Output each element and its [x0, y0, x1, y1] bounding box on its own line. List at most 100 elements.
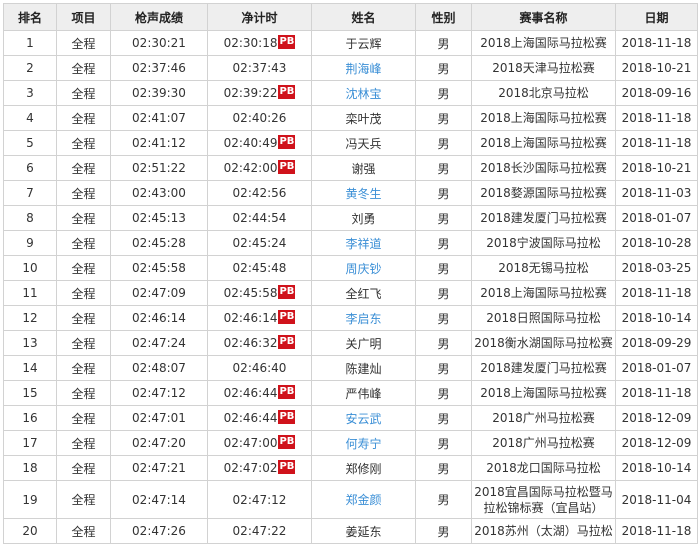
net-time-cell: 02:46:32 PB	[207, 330, 312, 356]
net-time-cell: 02:45:24	[207, 230, 312, 256]
rank-cell: 18	[3, 455, 57, 481]
table-row: 5 全程 02:41:12 02:40:49 PB 冯天兵男 2018上海国际马拉松赛 201…	[3, 130, 698, 156]
pb-badge: PB	[278, 35, 296, 50]
event-cell: 2018建发厦门马拉松赛	[471, 205, 616, 231]
net-time-value: 02:46:32	[223, 335, 278, 350]
gun-time-cell: 02:47:26	[110, 518, 208, 544]
pb-badge: PB	[278, 385, 296, 400]
gender-cell: 男	[415, 230, 472, 256]
gender-cell: 男	[415, 280, 472, 306]
rank-cell: 4	[3, 105, 57, 131]
runner-name: 姜延东	[345, 524, 382, 539]
net-time-value: 02:47:02	[223, 460, 278, 475]
pb-badge: PB	[278, 335, 296, 350]
event-cell: 2018宜昌国际马拉松暨马拉松锦标赛（宜昌站）	[471, 480, 616, 519]
results-body: 1 全程 02:30:21 02:30:18 PB 于云辉男 2018上海国际马拉松赛 201…	[3, 30, 698, 544]
runner-name-link[interactable]: 周庆钞	[345, 262, 381, 276]
table-row: 9 全程 02:45:28 02:45:24 李祥道 男 2018宁波国际马拉松 2018-1…	[3, 230, 698, 256]
project-cell: 全程	[56, 330, 111, 356]
pb-badge: PB	[278, 135, 296, 150]
net-time-value: 02:42:00	[223, 160, 278, 175]
event-cell: 2018无锡马拉松	[471, 255, 616, 281]
rank-cell: 10	[3, 255, 57, 281]
project-cell: 全程	[56, 380, 111, 406]
runner-name-link[interactable]: 安云武	[345, 412, 381, 426]
gun-time-cell: 02:30:21	[110, 30, 208, 56]
net-time-value: 02:46:14	[223, 310, 278, 325]
net-time-cell: 02:44:54	[207, 205, 312, 231]
gun-time-cell: 02:46:14	[110, 305, 208, 331]
event-cell: 2018宁波国际马拉松	[471, 230, 616, 256]
gun-time-cell: 02:47:01	[110, 405, 208, 431]
rank-cell: 12	[3, 305, 57, 331]
event-cell: 2018广州马拉松赛	[471, 405, 616, 431]
name-cell: 全红飞	[311, 280, 416, 306]
rank-cell: 8	[3, 205, 57, 231]
table-row: 16 全程 02:47:01 02:46:44 PB 安云武男 2018广州马拉松赛 2018…	[3, 405, 698, 431]
rank-cell: 14	[3, 355, 57, 381]
name-cell: 严伟峰	[311, 380, 416, 406]
gun-time-cell: 02:47:20	[110, 430, 208, 456]
project-cell: 全程	[56, 280, 111, 306]
gender-cell: 男	[415, 518, 472, 544]
project-cell: 全程	[56, 205, 111, 231]
date-cell: 2018-10-21	[615, 155, 698, 181]
date-cell: 2018-12-09	[615, 430, 698, 456]
gun-time-cell: 02:45:13	[110, 205, 208, 231]
name-cell: 李祥道	[311, 230, 416, 256]
name-cell: 郑金颜	[311, 480, 416, 519]
net-time-cell: 02:46:44 PB	[207, 405, 312, 431]
project-cell: 全程	[56, 55, 111, 81]
rank-cell: 9	[3, 230, 57, 256]
runner-name-link[interactable]: 李启东	[345, 312, 381, 326]
net-time-value: 02:44:54	[232, 211, 287, 225]
runner-name-link[interactable]: 何寿宁	[345, 437, 381, 451]
name-cell: 安云武	[311, 405, 416, 431]
name-cell: 姜延东	[311, 518, 416, 544]
table-row: 20 全程 02:47:26 02:47:22 姜延东 男 2018苏州（太湖）马拉松 201…	[3, 518, 698, 544]
event-cell: 2018长沙国际马拉松赛	[471, 155, 616, 181]
net-time-value: 02:45:48	[232, 261, 287, 275]
date-cell: 2018-11-18	[615, 30, 698, 56]
project-cell: 全程	[56, 80, 111, 106]
gender-cell: 男	[415, 80, 472, 106]
table-row: 19 全程 02:47:14 02:47:12 郑金颜 男 2018宜昌国际马拉松暨马拉松锦…	[3, 480, 698, 519]
pb-badge: PB	[278, 410, 296, 425]
date-cell: 2018-11-18	[615, 105, 698, 131]
table-row: 4 全程 02:41:07 02:40:26 栾叶茂 男 2018上海国际马拉松赛 2018-…	[3, 105, 698, 131]
net-time-cell: 02:47:00 PB	[207, 430, 312, 456]
runner-name-link[interactable]: 荆海峰	[345, 62, 381, 76]
table-row: 1 全程 02:30:21 02:30:18 PB 于云辉男 2018上海国际马拉松赛 201…	[3, 30, 698, 56]
project-cell: 全程	[56, 30, 111, 56]
runner-name-link[interactable]: 沈林宝	[345, 87, 381, 101]
name-cell: 于云辉	[311, 30, 416, 56]
date-cell: 2018-09-16	[615, 80, 698, 106]
rank-cell: 6	[3, 155, 57, 181]
header-rank: 排名	[3, 3, 57, 31]
runner-name-link[interactable]: 李祥道	[345, 237, 381, 251]
net-time-cell: 02:42:56	[207, 180, 312, 206]
gender-cell: 男	[415, 105, 472, 131]
rank-cell: 17	[3, 430, 57, 456]
gender-cell: 男	[415, 155, 472, 181]
runner-name: 冯天兵	[345, 136, 382, 151]
runner-name: 栾叶茂	[345, 111, 382, 126]
table-row: 10 全程 02:45:58 02:45:48 周庆钞 男 2018无锡马拉松 2018-03…	[3, 255, 698, 281]
project-cell: 全程	[56, 430, 111, 456]
runner-name-link[interactable]: 黄冬生	[345, 187, 381, 201]
date-cell: 2018-11-04	[615, 480, 698, 519]
net-time-value: 02:47:12	[232, 492, 287, 507]
name-cell: 郑修刚	[311, 455, 416, 481]
gender-cell: 男	[415, 455, 472, 481]
net-time-cell: 02:45:58 PB	[207, 280, 312, 306]
date-cell: 2018-11-18	[615, 130, 698, 156]
table-row: 13 全程 02:47:24 02:46:32 PB 关广明男 2018衡水湖国际马拉松赛 2…	[3, 330, 698, 356]
runner-name-link[interactable]: 郑金颜	[345, 493, 381, 507]
gender-cell: 男	[415, 255, 472, 281]
table-row: 2 全程 02:37:46 02:37:43 荆海峰 男 2018天津马拉松赛 2018-10…	[3, 55, 698, 81]
runner-name: 郑修刚	[345, 461, 382, 476]
name-cell: 陈建灿	[311, 355, 416, 381]
gun-time-cell: 02:47:12	[110, 380, 208, 406]
gun-time-cell: 02:45:28	[110, 230, 208, 256]
header-net-time: 净计时	[207, 3, 312, 31]
